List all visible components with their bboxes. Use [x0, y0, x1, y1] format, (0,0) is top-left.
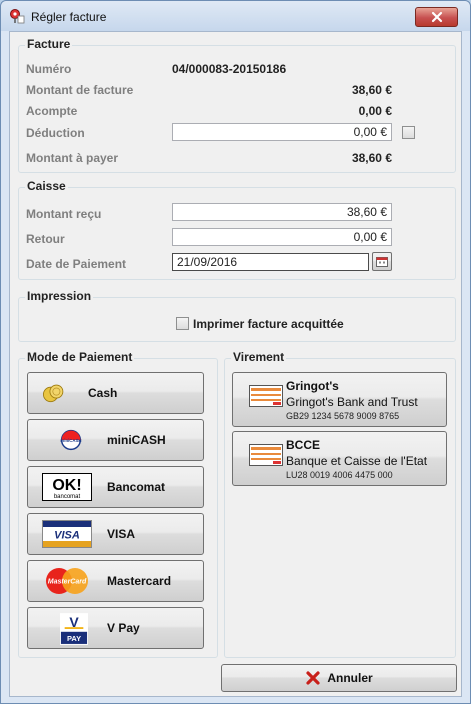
retour-label: Retour — [26, 232, 65, 246]
montant-apayer-value: 38,60 € — [351, 151, 392, 165]
bank-button-bcce[interactable]: BCCE Banque et Caisse de l'Etat LU28 001… — [232, 431, 447, 486]
close-button[interactable] — [415, 7, 458, 27]
mastercard-label: Mastercard — [107, 574, 172, 588]
caisse-group-title: Caisse — [25, 179, 68, 193]
cash-button[interactable]: Cash — [27, 372, 204, 414]
minicash-button[interactable]: miniCASH miniCASH — [27, 419, 204, 461]
numero-label: Numéro — [26, 62, 72, 76]
vpay-button[interactable]: V PAY V Pay — [27, 607, 204, 649]
deduction-input[interactable]: 0,00 € — [172, 123, 392, 141]
montant-facture-label: Montant de facture — [26, 83, 134, 97]
bank-bcce-name: Banque et Caisse de l'Etat — [286, 454, 428, 468]
date-paiement-label: Date de Paiement — [26, 257, 127, 271]
bancomat-label: Bancomat — [107, 480, 166, 494]
bank-button-gringots[interactable]: Gringot's Gringot's Bank and Trust GB29 … — [232, 372, 447, 427]
bank-gringots-short: Gringot's — [286, 379, 339, 393]
bank-gringots-iban: GB29 1234 5678 9009 8765 — [286, 411, 400, 421]
bancomat-icon: OK! bancomat — [42, 473, 92, 501]
minicash-icon: miniCASH — [60, 429, 82, 451]
impression-group-title: Impression — [25, 289, 94, 303]
calendar-icon — [376, 257, 388, 267]
bancomat-icon-small-text: bancomat — [54, 494, 81, 500]
red-x-icon — [306, 671, 320, 685]
bank-bcce-short: BCCE — [286, 438, 321, 452]
cancel-button[interactable]: Annuler — [221, 664, 457, 692]
mastercard-icon-text: MasterCard — [48, 579, 87, 586]
montant-apayer-label: Montant à payer — [26, 151, 119, 165]
acompte-label: Acompte — [26, 104, 78, 118]
retour-input[interactable]: 0,00 € — [172, 228, 392, 246]
window-title: Régler facture — [31, 10, 107, 24]
numero-value: 04/000083-20150186 — [172, 62, 287, 76]
acompte-value: 0,00 € — [358, 104, 392, 118]
montant-recu-input[interactable]: 38,60 € — [172, 203, 392, 221]
minicash-icon-text: miniCASH — [60, 438, 81, 443]
invoice-pin-icon — [10, 9, 25, 24]
bank-bcce-iban: LU28 0019 4006 4475 000 — [286, 470, 393, 480]
mastercard-button[interactable]: MasterCard Mastercard — [27, 560, 204, 602]
visa-button[interactable]: VISA VISA — [27, 513, 204, 555]
vpay-icon-pay-text: PAY — [67, 634, 81, 643]
title-bar[interactable]: Régler facture — [1, 1, 470, 31]
imprimer-checkbox-label[interactable]: Imprimer facture acquittée — [193, 317, 344, 331]
imprimer-checkbox[interactable] — [176, 317, 189, 330]
calendar-button[interactable] — [372, 252, 392, 271]
close-icon — [431, 11, 442, 23]
deduction-label: Déduction — [26, 126, 85, 140]
cash-label: Cash — [88, 386, 118, 400]
vpay-icon: V PAY — [60, 613, 88, 645]
window: Régler facture Facture Numéro 04/000083-… — [0, 0, 471, 704]
bank-transfer-icon — [249, 444, 283, 466]
date-paiement-input[interactable]: 21/09/2016 — [172, 253, 369, 271]
vpay-label: V Pay — [107, 621, 140, 635]
visa-label: VISA — [107, 527, 136, 541]
cancel-label: Annuler — [327, 671, 373, 685]
deduction-checkbox[interactable] — [402, 126, 415, 139]
mode-paiement-group-title: Mode de Paiement — [25, 350, 135, 364]
mastercard-icon: MasterCard — [46, 568, 88, 594]
bank-gringots-name: Gringot's Bank and Trust — [286, 395, 418, 409]
virement-group-title: Virement — [231, 350, 287, 364]
bancomat-button[interactable]: OK! bancomat Bancomat — [27, 466, 204, 508]
visa-icon-text: VISA — [54, 530, 80, 542]
montant-recu-label: Montant reçu — [26, 207, 102, 221]
visa-icon: VISA — [42, 520, 92, 548]
bancomat-icon-big-text: OK! — [52, 477, 81, 494]
bank-transfer-icon — [249, 385, 283, 407]
dialog-body: Facture Numéro 04/000083-20150186 Montan… — [9, 31, 462, 697]
coins-icon — [43, 384, 64, 403]
montant-facture-value: 38,60 € — [351, 83, 392, 97]
minicash-label: miniCASH — [107, 433, 166, 447]
facture-group-title: Facture — [25, 37, 73, 51]
